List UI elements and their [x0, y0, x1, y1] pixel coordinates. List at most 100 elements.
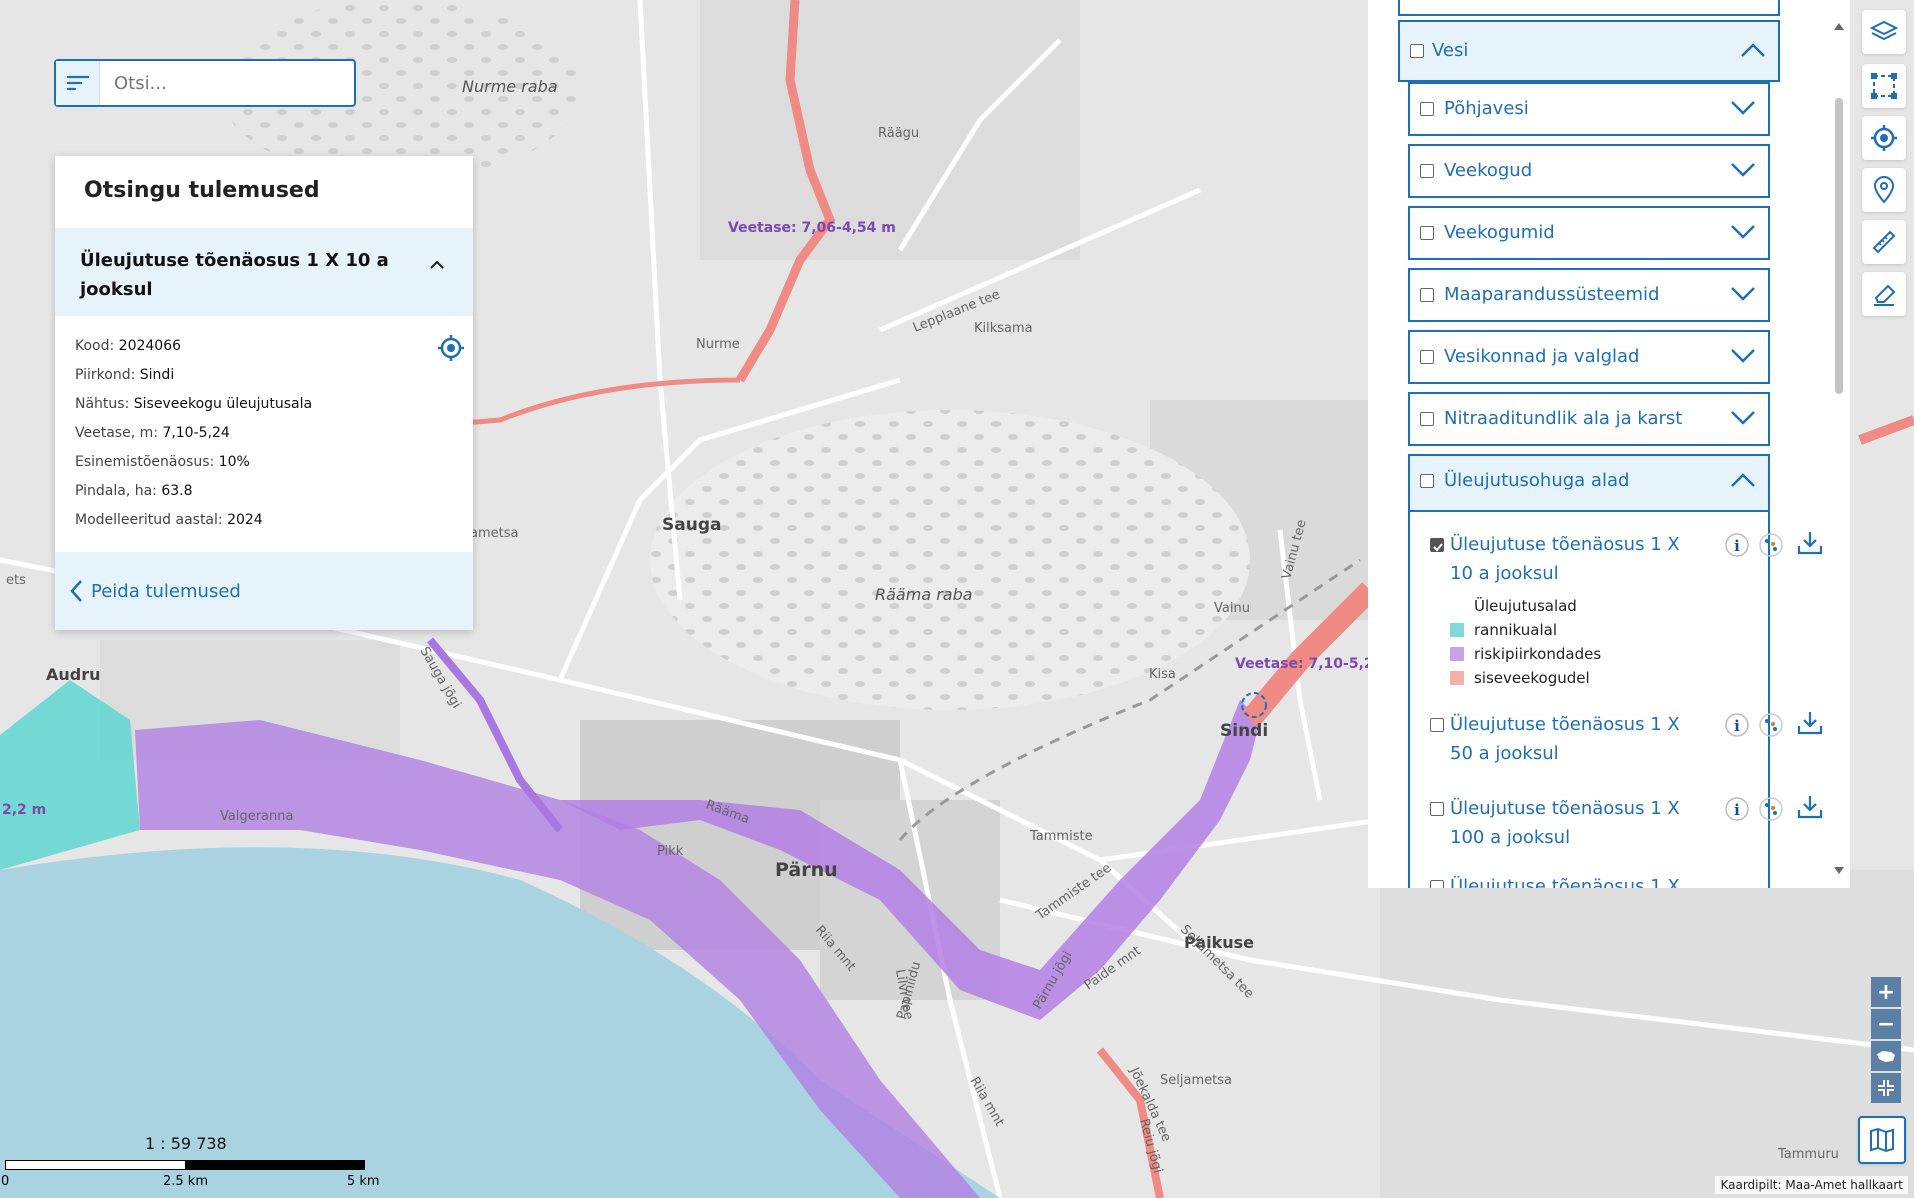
layer-group-uleujutus[interactable]: Üleujutusohuga alad: [1408, 454, 1770, 512]
info-icon[interactable]: i: [1724, 532, 1750, 558]
search-box[interactable]: [54, 59, 356, 107]
place-valgeranna: Valgeranna: [220, 809, 293, 824]
basemap-button[interactable]: [1858, 1116, 1906, 1164]
layer-group-pohjavesi[interactable]: Põhjavesi: [1408, 82, 1770, 136]
zoom-out-button[interactable]: −: [1871, 1009, 1901, 1039]
chevron-down-icon[interactable]: [1730, 100, 1756, 116]
place-nurme-raba: Nurme raba: [462, 77, 558, 96]
select-area-button[interactable]: [1862, 64, 1906, 108]
chevron-down-icon[interactable]: [1730, 162, 1756, 178]
place-raama-raba: Rääma raba: [875, 585, 973, 604]
layer-checkbox[interactable]: [1420, 164, 1434, 178]
home-view-button[interactable]: [1871, 1041, 1901, 1071]
place-ets: ets: [6, 573, 26, 588]
sublayer-checkbox[interactable]: [1430, 538, 1444, 552]
transparency-icon[interactable]: [1758, 532, 1784, 558]
locate-button[interactable]: [1862, 116, 1906, 160]
eraser-button[interactable]: [1862, 272, 1906, 316]
attr-row: Kood: 2024066: [75, 338, 182, 354]
layer-group-vesi[interactable]: Vesi: [1398, 20, 1780, 82]
chevron-up-icon[interactable]: [429, 260, 445, 270]
chevron-down-icon[interactable]: [1730, 410, 1756, 426]
place-tammuru: Tammuru: [1777, 1147, 1839, 1162]
svg-text:i: i: [1734, 717, 1740, 735]
place-kilksama: Kilksama: [974, 321, 1033, 336]
info-icon[interactable]: i: [1724, 796, 1750, 822]
place-seljametsa: Seljametsa: [1160, 1073, 1232, 1088]
place-audru: Audru: [46, 665, 101, 684]
search-results-panel: Otsingu tulemused Üleujutuse tõenäosus 1…: [55, 156, 473, 630]
chevron-left-icon: [70, 580, 82, 602]
download-icon[interactable]: [1796, 710, 1824, 736]
scale-ratio: 1 : 59 738: [145, 1134, 227, 1153]
sublayer-checkbox[interactable]: [1430, 880, 1444, 888]
attr-row: Piirkond: Sindi: [75, 367, 175, 383]
layer-checkbox[interactable]: [1420, 102, 1434, 116]
marker-button[interactable]: [1862, 168, 1906, 212]
layer-group-veekogumid[interactable]: Veekogumid: [1408, 206, 1770, 260]
chevron-up-icon[interactable]: [1730, 472, 1756, 488]
estonia-map-icon: [1877, 1051, 1895, 1062]
sublayer-name[interactable]: Üleujutuse tõenäosus 1 X: [1450, 876, 1680, 888]
sublayer-50a: Üleujutuse tõenäosus 1 X 50 a jooksul i: [1408, 710, 1823, 770]
checkmark-icon: [1433, 543, 1443, 552]
layer-group-veekogud[interactable]: Veekogud: [1408, 144, 1770, 198]
place-parnu: Pärnu: [775, 859, 838, 881]
water-label-3: 2,2 m: [2, 802, 46, 818]
measure-button[interactable]: [1862, 220, 1906, 264]
sublayer-10a: Üleujutuse tõenäosus 1 X 10 a jooksul i: [1408, 530, 1823, 590]
scale-bar-graphic: [5, 1160, 365, 1170]
download-icon[interactable]: [1796, 794, 1824, 820]
result-item-header[interactable]: Üleujutuse tõenäosus 1 X 10 a jooksul: [55, 228, 473, 316]
layer-panel: Vesi Põhjavesi Veekogud Veekogumid Maapa…: [1368, 0, 1850, 888]
filter-button[interactable]: [56, 61, 100, 105]
sublayer-checkbox[interactable]: [1430, 718, 1444, 732]
attr-row: Nähtus: Siseveekogu üleujutusala: [75, 396, 313, 412]
scrollbar[interactable]: [1832, 18, 1846, 880]
chevron-down-icon[interactable]: [1730, 286, 1756, 302]
place-tammiste: Tammiste: [1029, 829, 1093, 844]
map-attribution: Kaardipilt: Maa-Amet hallkaart: [1715, 1176, 1908, 1194]
hide-results-button[interactable]: Peida tulemused: [55, 552, 473, 630]
result-attributes: Kood: 2024066 Piirkond: Sindi Nähtus: Si…: [55, 316, 473, 552]
zoom-to-feature-icon[interactable]: [437, 334, 465, 362]
zoom-in-button[interactable]: +: [1871, 977, 1901, 1007]
ruler-icon: [1872, 230, 1896, 254]
attr-row: Veetase, m: 7,10-5,24: [75, 425, 230, 441]
chevron-down-icon[interactable]: [1730, 224, 1756, 240]
layer-group-maaparandus[interactable]: Maaparandussüsteemid: [1408, 268, 1770, 322]
layer-checkbox[interactable]: [1420, 474, 1434, 488]
layers-tool-button[interactable]: [1862, 10, 1906, 54]
chevron-up-icon[interactable]: [1740, 42, 1766, 58]
attr-row: Modelleeritud aastal: 2024: [75, 512, 263, 528]
results-title: Otsingu tulemused: [84, 178, 320, 203]
sublayer-checkbox[interactable]: [1430, 802, 1444, 816]
scroll-up-icon[interactable]: [1832, 19, 1846, 33]
search-input[interactable]: [100, 61, 354, 105]
chevron-down-icon[interactable]: [1730, 348, 1756, 364]
layer-checkbox[interactable]: [1420, 288, 1434, 302]
layer-group-vesikonnad[interactable]: Vesikonnad ja valglad: [1408, 330, 1770, 384]
water-label-1: Veetase: 7,06-4,54 m: [728, 220, 896, 236]
sublayer-next: Üleujutuse tõenäosus 1 X: [1408, 876, 1780, 888]
fullscreen-exit-button[interactable]: [1871, 1073, 1901, 1103]
sublayer-name[interactable]: Üleujutuse tõenäosus 1 X 100 a jooksul: [1450, 794, 1680, 852]
layer-checkbox[interactable]: [1410, 44, 1424, 58]
info-icon[interactable]: i: [1724, 712, 1750, 738]
layer-checkbox[interactable]: [1420, 350, 1434, 364]
layer-checkbox[interactable]: [1420, 226, 1434, 240]
place-sindi: Sindi: [1220, 721, 1268, 741]
result-item-title: Üleujutuse tõenäosus 1 X 10 a jooksul: [80, 250, 389, 300]
transparency-icon[interactable]: [1758, 796, 1784, 822]
water-label-2: Veetase: 7,10-5,2: [1235, 656, 1374, 672]
layer-checkbox[interactable]: [1420, 412, 1434, 426]
layer-group-nitraat[interactable]: Nitraaditundlik ala ja karst: [1408, 392, 1770, 446]
attr-row: Esinemistõenäosus: 10%: [75, 454, 250, 470]
sublayer-name[interactable]: Üleujutuse tõenäosus 1 X 10 a jooksul: [1450, 530, 1680, 588]
scroll-down-icon[interactable]: [1832, 864, 1846, 878]
sublayer-name[interactable]: Üleujutuse tõenäosus 1 X 50 a jooksul: [1450, 710, 1680, 768]
transparency-icon[interactable]: [1758, 712, 1784, 738]
download-icon[interactable]: [1796, 530, 1824, 556]
scrollbar-thumb[interactable]: [1835, 98, 1843, 394]
place-raagu: Räägu: [878, 126, 919, 141]
